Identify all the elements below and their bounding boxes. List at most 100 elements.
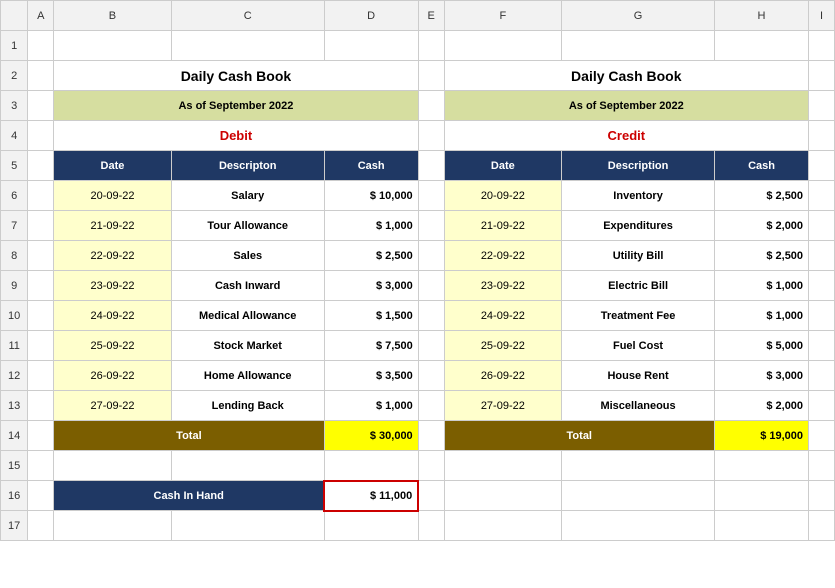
debit-desc-7: Lending Back: [171, 391, 324, 421]
r15-a: [28, 451, 54, 481]
col-a: A: [28, 1, 54, 31]
col-b: B: [54, 1, 172, 31]
r4-i: [809, 121, 835, 151]
debit-date-1: 21-09-22: [54, 211, 172, 241]
r12-e: [418, 361, 444, 391]
credit-total-value: $ 19,000: [714, 421, 808, 451]
credit-cash-0: $ 2,500: [714, 181, 808, 211]
r17-f: [444, 511, 562, 541]
debit-cash-4: $ 1,500: [324, 301, 418, 331]
row-13-header: 13: [1, 391, 28, 421]
r15-f: [444, 451, 562, 481]
r12-i: [809, 361, 835, 391]
debit-cash-0: $ 10,000: [324, 181, 418, 211]
r9-i: [809, 271, 835, 301]
debit-desc-4: Medical Allowance: [171, 301, 324, 331]
credit-date-2: 22-09-22: [444, 241, 562, 271]
r16-f: [444, 481, 562, 511]
r15-g: [562, 451, 715, 481]
credit-date-3: 23-09-22: [444, 271, 562, 301]
col-hdr-cash-left: Cash: [324, 151, 418, 181]
r1-g: [562, 31, 715, 61]
credit-desc-6: House Rent: [562, 361, 715, 391]
r7-e: [418, 211, 444, 241]
r1-h: [714, 31, 808, 61]
r16-i: [809, 481, 835, 511]
col-g: G: [562, 1, 715, 31]
r5-e: [418, 151, 444, 181]
debit-cash-5: $ 7,500: [324, 331, 418, 361]
debit-date-0: 20-09-22: [54, 181, 172, 211]
r12-a: [28, 361, 54, 391]
debit-desc-1: Tour Allowance: [171, 211, 324, 241]
col-hdr-date-right: Date: [444, 151, 562, 181]
debit-cash-1: $ 1,000: [324, 211, 418, 241]
credit-section-label: Credit: [444, 121, 809, 151]
credit-desc-3: Electric Bill: [562, 271, 715, 301]
credit-desc-5: Fuel Cost: [562, 331, 715, 361]
debit-section-label: Debit: [54, 121, 419, 151]
r17-a: [28, 511, 54, 541]
credit-desc-4: Treatment Fee: [562, 301, 715, 331]
credit-date-1: 21-09-22: [444, 211, 562, 241]
r9-e: [418, 271, 444, 301]
col-c: C: [171, 1, 324, 31]
r11-a: [28, 331, 54, 361]
r8-i: [809, 241, 835, 271]
debit-total-label: Total: [54, 421, 324, 451]
r17-b: [54, 511, 172, 541]
spreadsheet-title: Daily Cash Book: [54, 61, 419, 91]
r14-a: [28, 421, 54, 451]
r1-e: [418, 31, 444, 61]
row-4-header: 4: [1, 121, 28, 151]
cash-hand-value: $ 11,000: [324, 481, 418, 511]
credit-cash-6: $ 3,000: [714, 361, 808, 391]
r6-a: [28, 181, 54, 211]
row-10-header: 10: [1, 301, 28, 331]
debit-date-4: 24-09-22: [54, 301, 172, 331]
r2-e: [418, 61, 444, 91]
r11-e: [418, 331, 444, 361]
credit-date-6: 26-09-22: [444, 361, 562, 391]
credit-desc-0: Inventory: [562, 181, 715, 211]
r9-a: [28, 271, 54, 301]
row-8-header: 8: [1, 241, 28, 271]
row-7-header: 7: [1, 211, 28, 241]
spreadsheet-subtitle-right: As of September 2022: [444, 91, 809, 121]
credit-cash-5: $ 5,000: [714, 331, 808, 361]
r4-e: [418, 121, 444, 151]
r13-e: [418, 391, 444, 421]
r4-a: [28, 121, 54, 151]
debit-cash-2: $ 2,500: [324, 241, 418, 271]
r3-i: [809, 91, 835, 121]
r7-a: [28, 211, 54, 241]
debit-date-5: 25-09-22: [54, 331, 172, 361]
r16-a: [28, 481, 54, 511]
credit-cash-1: $ 2,000: [714, 211, 808, 241]
credit-desc-1: Expenditures: [562, 211, 715, 241]
col-i: I: [809, 1, 835, 31]
r15-b: [54, 451, 172, 481]
col-d: D: [324, 1, 418, 31]
r5-i: [809, 151, 835, 181]
debit-desc-2: Sales: [171, 241, 324, 271]
debit-cash-6: $ 3,500: [324, 361, 418, 391]
r2-i: [809, 61, 835, 91]
r5-a: [28, 151, 54, 181]
r3-e: [418, 91, 444, 121]
row-1-header: 1: [1, 31, 28, 61]
r1-a: [28, 31, 54, 61]
r15-h: [714, 451, 808, 481]
debit-cash-7: $ 1,000: [324, 391, 418, 421]
r10-i: [809, 301, 835, 331]
r14-e: [418, 421, 444, 451]
debit-date-3: 23-09-22: [54, 271, 172, 301]
r16-g: [562, 481, 715, 511]
cash-hand-label: Cash In Hand: [54, 481, 324, 511]
r8-a: [28, 241, 54, 271]
col-hdr-desc-right: Description: [562, 151, 715, 181]
corner-cell: [1, 1, 28, 31]
debit-desc-5: Stock Market: [171, 331, 324, 361]
r8-e: [418, 241, 444, 271]
credit-date-0: 20-09-22: [444, 181, 562, 211]
